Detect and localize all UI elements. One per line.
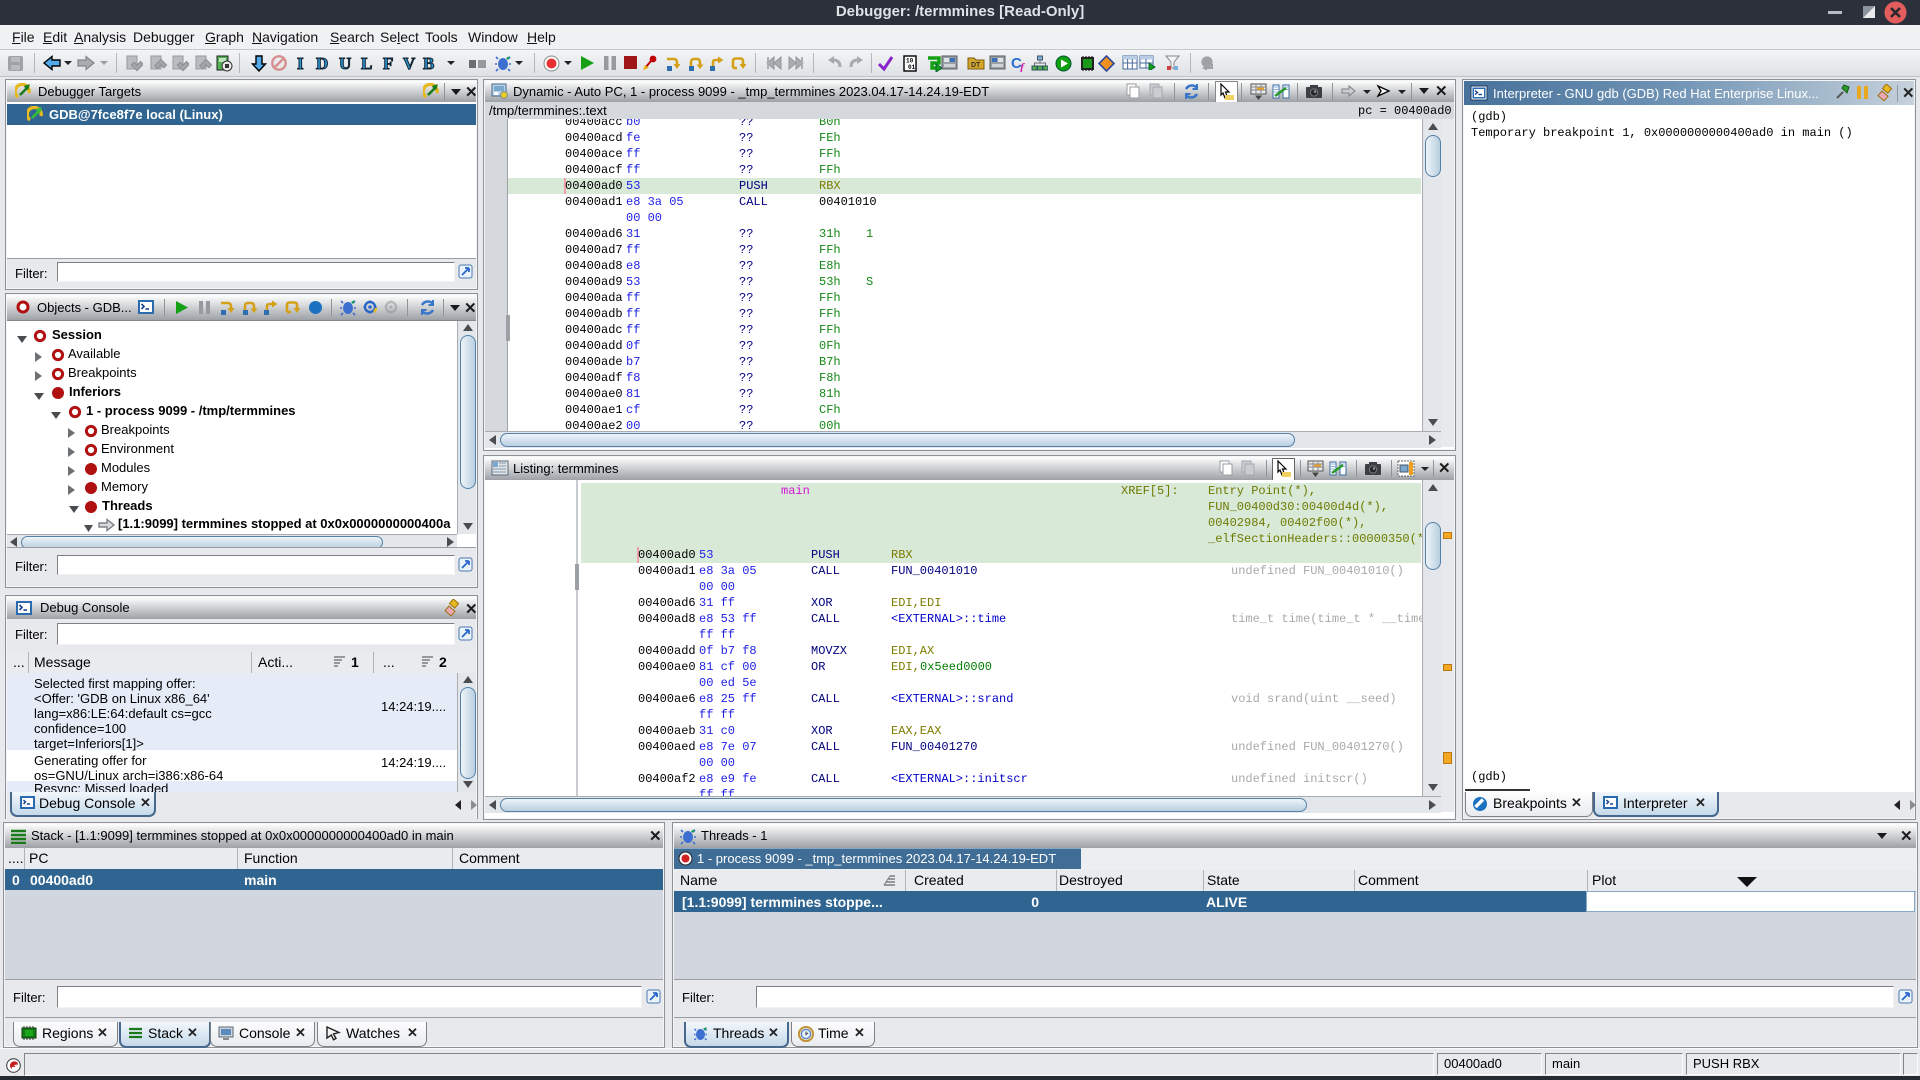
- svg-text:DT: DT: [971, 62, 981, 69]
- svg-text:f: f: [1020, 60, 1025, 72]
- svg-text:01: 01: [908, 64, 916, 71]
